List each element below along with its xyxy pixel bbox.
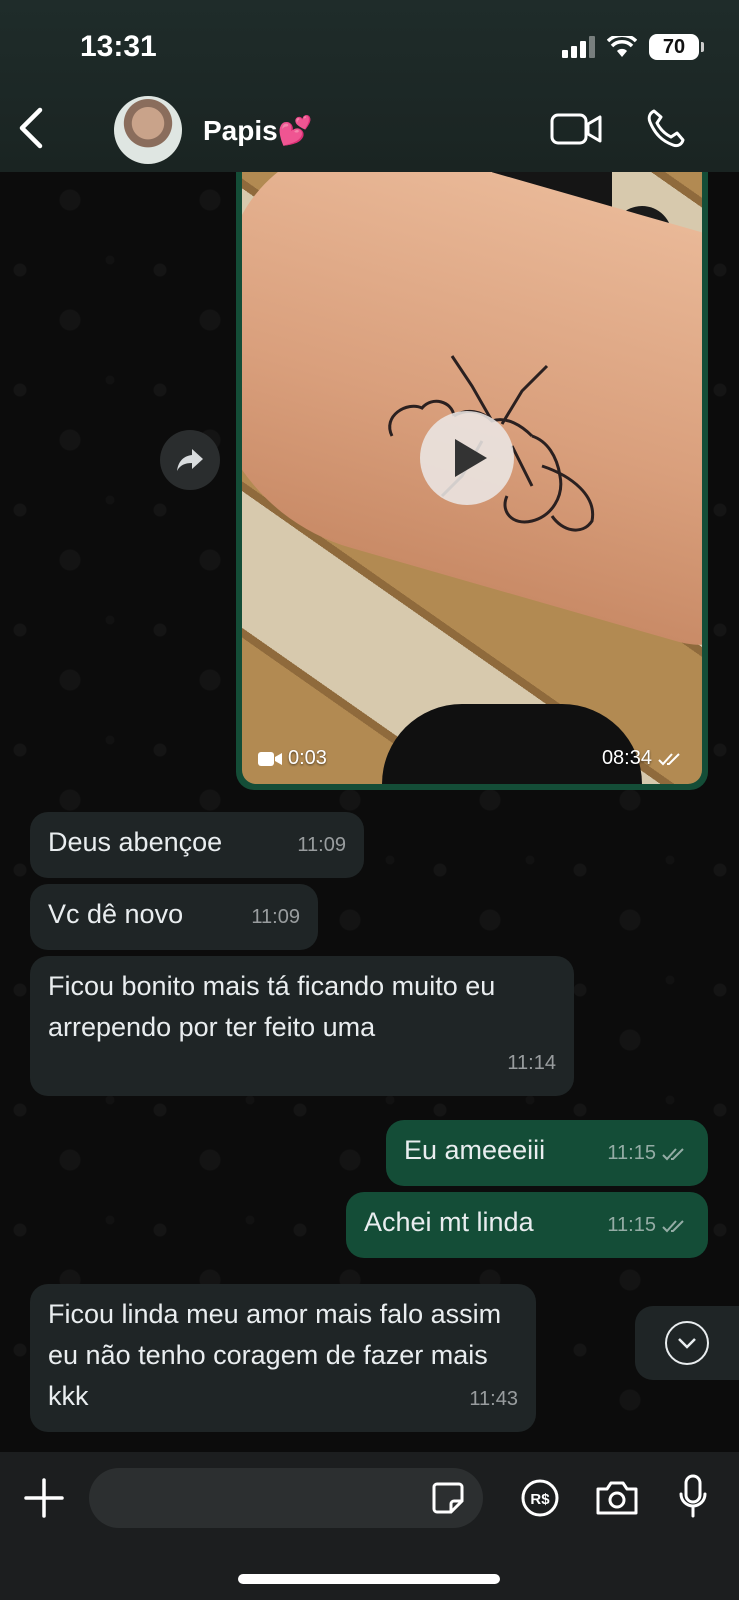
message-time: 11:15: [607, 1133, 690, 1174]
read-ticks-icon: [662, 1219, 684, 1232]
message-text: Ficou linda meu amor mais falo assim eu …: [48, 1299, 502, 1411]
message-time-label: 11:14: [507, 1052, 556, 1074]
message-text: Eu ameeeiii: [404, 1135, 546, 1165]
phone-icon[interactable]: [646, 108, 686, 148]
message-time: 11:43: [469, 1379, 518, 1420]
message-bubble-incoming[interactable]: Ficou linda meu amor mais falo assim eu …: [30, 1284, 536, 1432]
plus-icon[interactable]: [24, 1478, 64, 1518]
sticker-icon[interactable]: [431, 1481, 465, 1515]
message-text: Ficou bonito mais tá ficando muito eu ar…: [48, 971, 496, 1042]
video-camera-icon: [258, 751, 282, 766]
message-text: Deus abençoe: [48, 827, 223, 857]
message-time-label: 11:15: [607, 1142, 656, 1164]
payment-icon[interactable]: R$: [520, 1478, 560, 1518]
play-button[interactable]: [420, 411, 514, 505]
message-time: 11:14: [507, 1043, 556, 1084]
message-time-label: 11:09: [297, 834, 346, 856]
message-time: 11:09: [297, 825, 346, 866]
message-list[interactable]: 0:03 08:34 Deus abençoe 11:09 Vc dê novo…: [0, 0, 739, 1600]
video-thumbnail[interactable]: 0:03 08:34: [242, 156, 702, 784]
message-time-label: 11:43: [469, 1388, 518, 1410]
video-call-icon[interactable]: [550, 112, 602, 146]
video-time-label: 08:34: [601, 747, 652, 769]
wifi-icon: [607, 36, 637, 57]
message-time-label: 11:15: [607, 1214, 656, 1236]
message-bubble-outgoing[interactable]: Eu ameeeiii 11:15: [386, 1120, 708, 1186]
message-bubble-incoming[interactable]: Vc dê novo 11:09: [30, 884, 318, 950]
status-time: 13:31: [80, 30, 157, 63]
forward-button[interactable]: [160, 430, 220, 490]
scroll-to-bottom-button[interactable]: [635, 1306, 739, 1380]
message-input[interactable]: [89, 1468, 483, 1528]
chevron-down-icon: [665, 1321, 709, 1365]
message-text: Achei mt linda: [364, 1207, 534, 1237]
battery-icon: 70: [649, 34, 704, 60]
message-text: Vc dê novo: [48, 899, 184, 929]
message-time-label: 11:09: [251, 906, 300, 928]
message-time: 11:09: [251, 897, 300, 938]
avatar[interactable]: [114, 96, 182, 164]
chat-header: 13:31 70 Papis💕: [0, 0, 739, 172]
dark-foreground-shape: [382, 704, 642, 784]
home-indicator: [238, 1574, 500, 1584]
message-time: 11:15: [607, 1205, 690, 1246]
microphone-icon[interactable]: [678, 1474, 708, 1520]
contact-name[interactable]: Papis💕: [203, 114, 313, 147]
message-bubble-incoming[interactable]: Deus abençoe 11:09: [30, 812, 364, 878]
message-composer: R$: [0, 1452, 739, 1600]
read-ticks-icon: [662, 1147, 684, 1160]
video-timestamp: 08:34: [602, 747, 686, 770]
forward-icon: [177, 449, 203, 471]
video-duration: 0:03: [258, 747, 327, 770]
svg-text:R$: R$: [530, 1491, 550, 1508]
back-chevron-icon[interactable]: [14, 106, 50, 150]
camera-icon[interactable]: [594, 1480, 640, 1516]
message-bubble-incoming[interactable]: Ficou bonito mais tá ficando muito eu ar…: [30, 956, 574, 1096]
video-message[interactable]: 0:03 08:34: [236, 150, 708, 790]
video-duration-label: 0:03: [288, 747, 327, 769]
message-bubble-outgoing[interactable]: Achei mt linda 11:15: [346, 1192, 708, 1258]
signal-icon: [562, 36, 595, 58]
status-icons: 70: [562, 34, 704, 60]
read-ticks-icon: [658, 752, 680, 765]
